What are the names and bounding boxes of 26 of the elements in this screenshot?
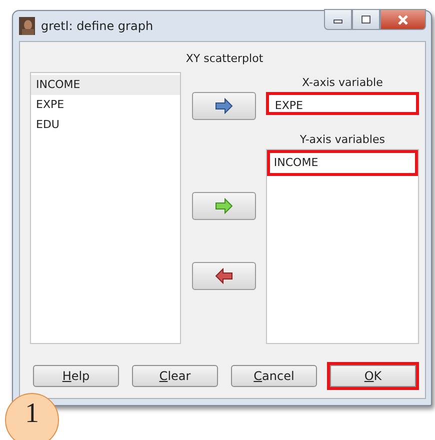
window-title: gretl: define graph <box>41 19 154 33</box>
right-arrow-icon <box>214 98 234 114</box>
dialog-button[interactable]: Clear <box>132 365 218 387</box>
dialog-button[interactable]: Help <box>33 365 119 387</box>
left-arrow-icon <box>214 268 234 284</box>
close-icon <box>396 14 410 26</box>
list-item[interactable]: INCOME <box>31 75 180 95</box>
maximize-icon <box>360 14 372 24</box>
field-label: Y-axis variables <box>298 132 386 148</box>
right-arrow-icon <box>214 198 234 214</box>
minimize-button[interactable] <box>324 9 352 30</box>
list-item[interactable]: EDU <box>31 115 180 135</box>
x-axis-field[interactable]: EXPE <box>266 92 419 115</box>
dialog-button[interactable]: OK <box>327 362 419 390</box>
maximize-button[interactable] <box>352 9 380 30</box>
app-icon <box>19 17 35 35</box>
close-button[interactable] <box>380 9 426 30</box>
arrow-button[interactable] <box>192 192 256 220</box>
step-badge: 1 <box>5 393 59 440</box>
field-label: X-axis variable <box>301 75 384 91</box>
arrow-button[interactable] <box>192 262 256 290</box>
list-item[interactable]: INCOME <box>266 150 418 176</box>
list-item[interactable]: EXPE <box>31 95 180 115</box>
arrow-button[interactable] <box>192 92 256 120</box>
dialog-heading: XY scatterplot <box>184 51 264 67</box>
dialog-button[interactable]: Cancel <box>231 365 317 387</box>
